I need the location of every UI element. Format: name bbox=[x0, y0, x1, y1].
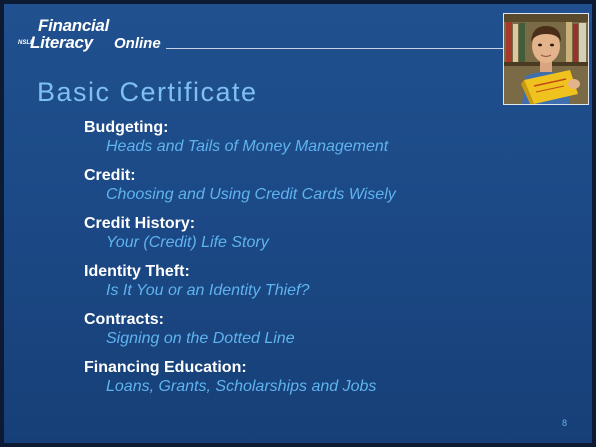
topic-list: Budgeting: Heads and Tails of Money Mana… bbox=[84, 118, 504, 406]
list-item: Credit: Choosing and Using Credit Cards … bbox=[84, 166, 504, 214]
topic-subtitle: Is It You or an Identity Thief? bbox=[106, 282, 310, 299]
logo-online-text: Online bbox=[114, 35, 161, 52]
topic-subtitle: Signing on the Dotted Line bbox=[106, 330, 295, 347]
topic-label: Credit History: bbox=[84, 215, 196, 232]
page-title: Basic Certificate bbox=[37, 77, 258, 107]
slide: Financial NSLP Literacy Online Basic Cer… bbox=[0, 0, 596, 447]
topic-label: Contracts: bbox=[84, 311, 165, 328]
header-divider bbox=[166, 48, 504, 49]
topic-label: Credit: bbox=[84, 167, 136, 184]
list-item: Credit History: Your (Credit) Life Story bbox=[84, 214, 504, 262]
topic-subtitle: Choosing and Using Credit Cards Wisely bbox=[106, 186, 396, 203]
financial-literacy-online-logo: Financial NSLP Literacy Online bbox=[18, 15, 218, 61]
topic-subtitle: Your (Credit) Life Story bbox=[106, 234, 269, 251]
list-item: Budgeting: Heads and Tails of Money Mana… bbox=[84, 118, 504, 166]
student-photo bbox=[503, 13, 589, 105]
list-item: Contracts: Signing on the Dotted Line bbox=[84, 310, 504, 358]
list-item: Financing Education: Loans, Grants, Scho… bbox=[84, 358, 504, 406]
student-with-books-photo-icon bbox=[504, 14, 588, 104]
page-number: 8 bbox=[562, 418, 568, 428]
topic-label: Financing Education: bbox=[84, 359, 247, 376]
list-item: Identity Theft: Is It You or an Identity… bbox=[84, 262, 504, 310]
logo-literacy-text: Literacy bbox=[30, 33, 93, 52]
topic-subtitle: Loans, Grants, Scholarships and Jobs bbox=[106, 378, 377, 395]
topic-label: Budgeting: bbox=[84, 119, 169, 136]
topic-label: Identity Theft: bbox=[84, 263, 190, 280]
topic-subtitle: Heads and Tails of Money Management bbox=[106, 138, 389, 155]
